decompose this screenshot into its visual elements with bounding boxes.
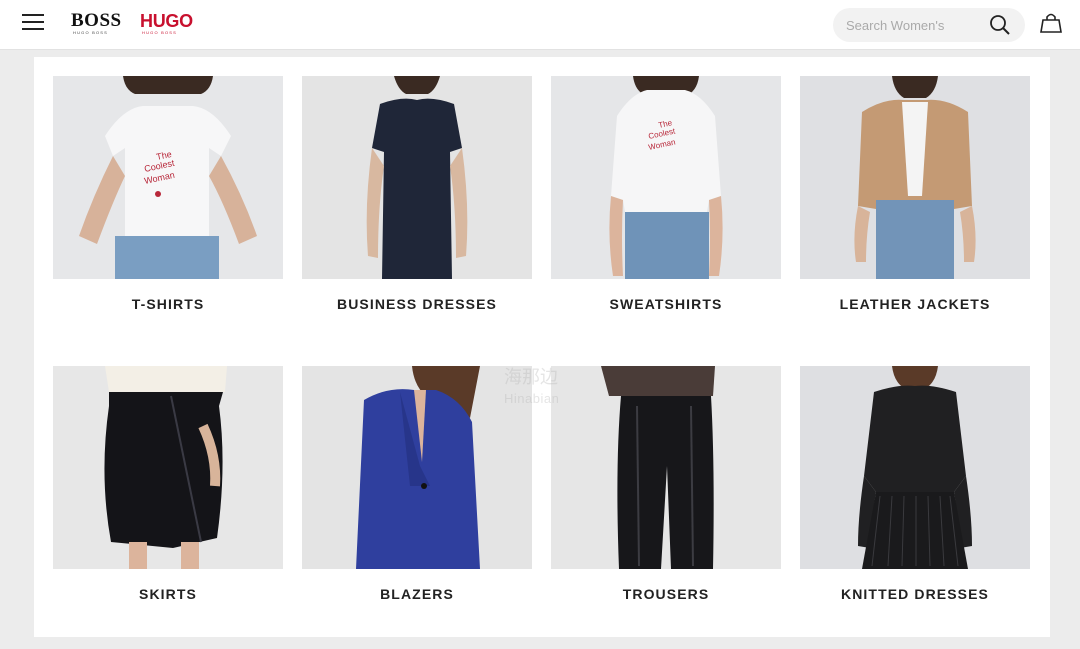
category-label: BUSINESS DRESSES (337, 296, 497, 312)
category-label: LEATHER JACKETS (839, 296, 991, 312)
search-bar (833, 8, 1025, 42)
business-dresses-image (302, 76, 532, 279)
site-header: BOSS HUGO BOSS HUGO HUGO BOSS (0, 0, 1080, 50)
category-card-leather-jackets[interactable]: LEATHER JACKETS (800, 76, 1030, 321)
hugo-logo-subtitle: HUGO BOSS (142, 30, 178, 35)
category-card-sweatshirts[interactable]: The Coolest Woman SWEATSHIRTS (551, 76, 781, 321)
category-card-trousers[interactable]: TROUSERS (551, 366, 781, 611)
category-card-skirts[interactable]: SKIRTS (53, 366, 283, 611)
category-label: SWEATSHIRTS (609, 296, 723, 312)
category-label: BLAZERS (380, 586, 454, 602)
blazers-image (302, 366, 532, 569)
shopping-bag-icon[interactable] (1040, 12, 1062, 34)
category-label: TROUSERS (622, 586, 710, 602)
sweatshirts-image: The Coolest Woman (551, 76, 781, 279)
skirts-image (53, 366, 283, 569)
search-input[interactable] (846, 15, 981, 35)
leather-jackets-image (800, 76, 1030, 279)
t-shirts-image: The Coolest Woman (53, 76, 283, 279)
knitted-dresses-image (800, 366, 1030, 569)
category-card-business-dresses[interactable]: BUSINESS DRESSES (302, 76, 532, 321)
boss-logo-subtitle: HUGO BOSS (73, 30, 109, 35)
search-icon[interactable] (989, 14, 1011, 36)
trousers-image (551, 366, 781, 569)
hugo-logo[interactable]: HUGO (140, 11, 193, 32)
hamburger-menu-icon[interactable] (22, 14, 44, 32)
category-grid: The Coolest Woman T-SHIRTS BUSINESS DRES… (34, 57, 1050, 637)
category-card-t-shirts[interactable]: The Coolest Woman T-SHIRTS (53, 76, 283, 321)
category-card-blazers[interactable]: BLAZERS (302, 366, 532, 611)
category-label: SKIRTS (139, 586, 197, 602)
category-card-knitted-dresses[interactable]: KNITTED DRESSES (800, 366, 1030, 611)
boss-logo[interactable]: BOSS (71, 10, 122, 32)
category-label: KNITTED DRESSES (841, 586, 989, 602)
category-label: T-SHIRTS (131, 296, 205, 312)
